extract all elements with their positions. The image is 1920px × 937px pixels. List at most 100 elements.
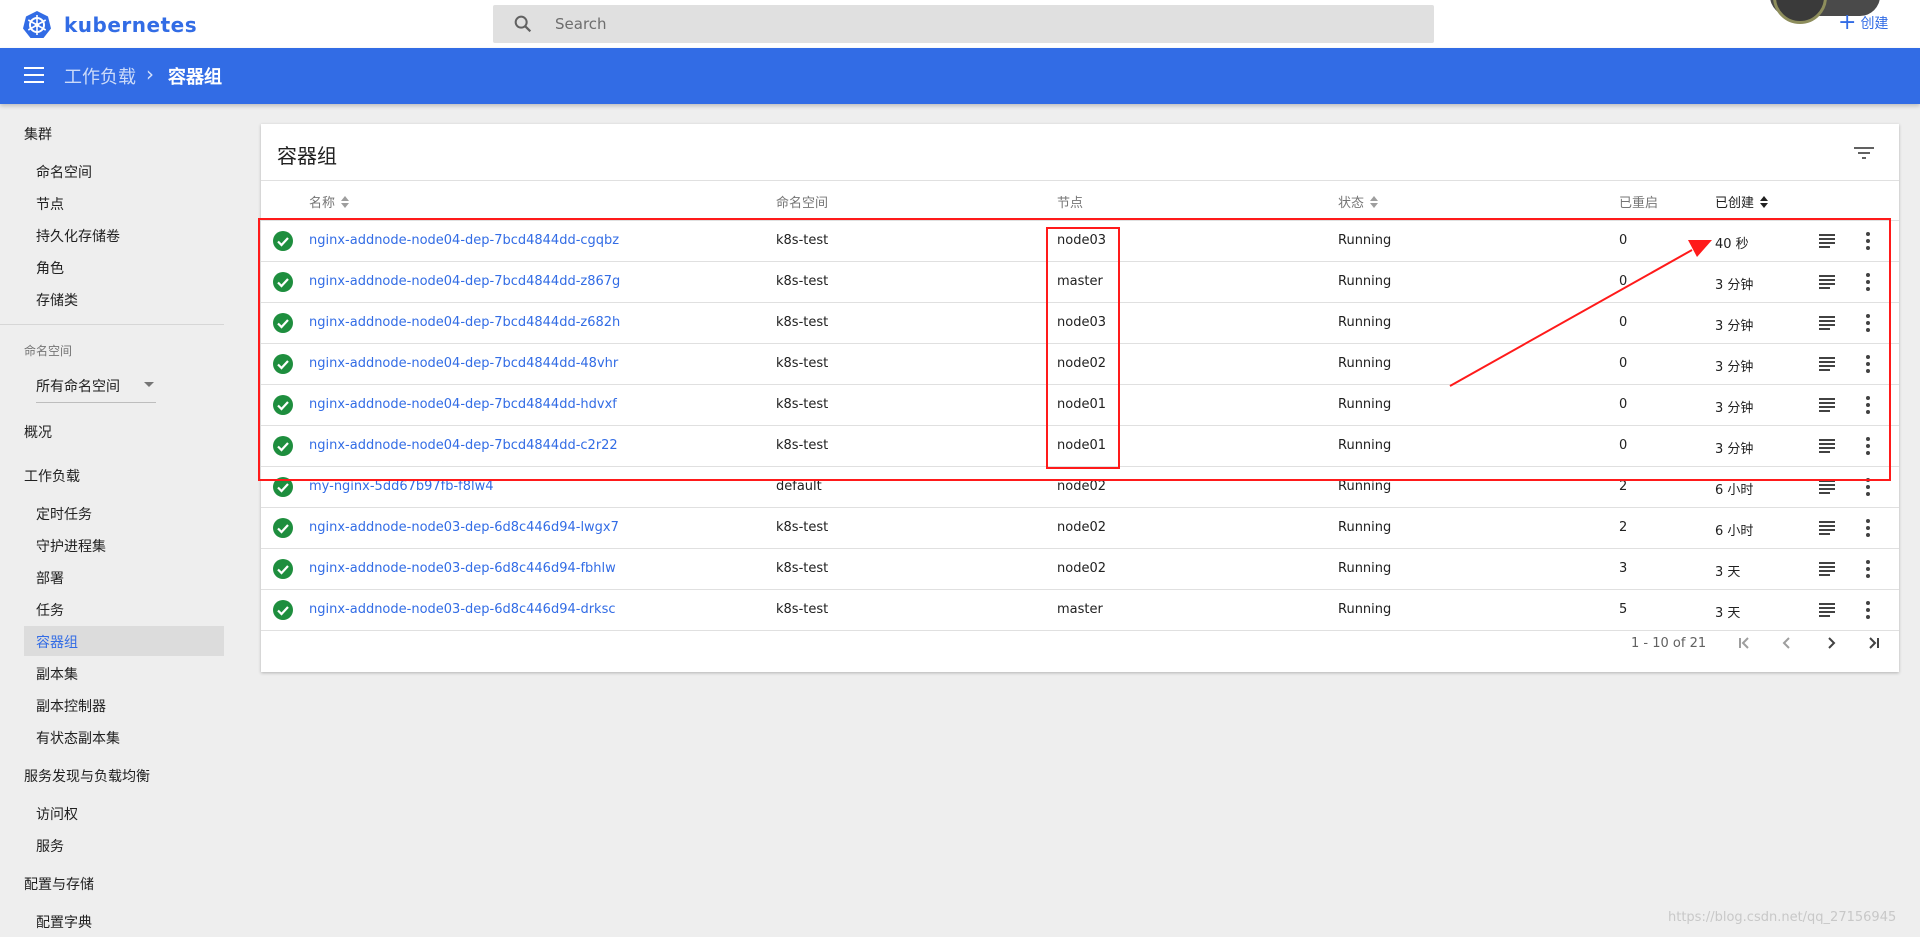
sidebar-item-statefulsets[interactable]: 有状态副本集 xyxy=(36,728,120,748)
sidebar-section-cluster[interactable]: 集群 xyxy=(24,124,52,144)
first-page-icon[interactable] xyxy=(1733,631,1757,655)
namespace-select[interactable]: 所有命名空间 xyxy=(36,372,156,403)
sidebar-item-replicasets[interactable]: 副本集 xyxy=(36,664,78,684)
pod-status: Running xyxy=(1338,479,1392,494)
card-title: 容器组 xyxy=(277,144,337,168)
sort-icon xyxy=(1760,195,1769,208)
create-label: 创建 xyxy=(1860,16,1889,32)
check-circle-icon xyxy=(273,518,293,538)
pod-namespace: k8s-test xyxy=(776,602,829,617)
column-header-created-label: 已创建 xyxy=(1715,196,1755,211)
filter-icon[interactable] xyxy=(1853,144,1875,162)
column-header-status-label: 状态 xyxy=(1338,196,1365,211)
last-page-icon[interactable] xyxy=(1861,631,1885,655)
sidebar-item-roles[interactable]: 角色 xyxy=(36,258,64,278)
sidebar-item-daemonsets[interactable]: 守护进程集 xyxy=(36,536,106,556)
check-circle-icon xyxy=(273,600,293,620)
table-row[interactable]: nginx-addnode-node03-dep-6d8c446d94-lwgx… xyxy=(261,508,1899,549)
sidebar-item-jobs[interactable]: 任务 xyxy=(36,600,64,620)
logo[interactable]: kubernetes xyxy=(22,10,197,40)
pod-node: node02 xyxy=(1057,479,1106,494)
pod-name-link[interactable]: my-nginx-5dd67b97fb-f8lw4 xyxy=(309,479,494,494)
sidebar-item-nodes[interactable]: 节点 xyxy=(36,194,64,214)
sort-icon xyxy=(341,195,350,208)
column-header-name-label: 名称 xyxy=(309,196,336,211)
pod-age: 3 天 xyxy=(1715,606,1741,621)
pod-name-link[interactable]: nginx-addnode-node03-dep-6d8c446d94-drks… xyxy=(309,602,615,617)
table-row[interactable]: nginx-addnode-node03-dep-6d8c446d94-fbhl… xyxy=(261,549,1899,590)
table-row[interactable]: nginx-addnode-node03-dep-6d8c446d94-drks… xyxy=(261,590,1899,631)
more-vert-icon[interactable] xyxy=(1865,518,1871,538)
pod-node: node02 xyxy=(1057,561,1106,576)
pod-restarts: 3 xyxy=(1619,561,1628,576)
next-page-icon[interactable] xyxy=(1819,631,1843,655)
logs-icon[interactable] xyxy=(1819,521,1835,535)
column-header-namespace-label: 命名空间 xyxy=(776,196,829,211)
caret-down-icon xyxy=(144,382,154,387)
chevron-right-icon: › xyxy=(146,62,154,86)
plus-icon: + xyxy=(1838,10,1857,35)
create-button[interactable]: + 创建 xyxy=(1838,10,1889,35)
pod-age: 3 天 xyxy=(1715,565,1741,580)
sidebar-item-ingresses[interactable]: 访问权 xyxy=(36,804,78,824)
sidebar-item-pods[interactable]: 容器组 xyxy=(36,632,78,652)
sidebar-section-discovery[interactable]: 服务发现与负载均衡 xyxy=(24,766,150,786)
search-input[interactable] xyxy=(553,14,1417,34)
pod-status: Running xyxy=(1338,561,1392,576)
pod-restarts: 2 xyxy=(1619,479,1628,494)
avatar[interactable] xyxy=(1773,0,1827,24)
pod-namespace: default xyxy=(776,479,822,494)
highlight-box-node-column xyxy=(1046,227,1120,469)
menu-icon[interactable] xyxy=(24,67,44,83)
column-header-namespace: 命名空间 xyxy=(776,192,828,211)
card-divider xyxy=(261,180,1899,181)
top-bar: kubernetes + 创建 xyxy=(0,0,1920,48)
logs-icon[interactable] xyxy=(1819,603,1835,617)
sort-icon xyxy=(1370,195,1379,208)
check-circle-icon xyxy=(273,559,293,579)
pod-status: Running xyxy=(1338,520,1392,535)
sidebar-item-configmaps[interactable]: 配置字典 xyxy=(36,912,92,932)
more-vert-icon[interactable] xyxy=(1865,559,1871,579)
sidebar-section-workloads[interactable]: 工作负载 xyxy=(24,466,80,486)
sidebar-section-config[interactable]: 配置与存储 xyxy=(24,874,94,894)
breadcrumb-current: 容器组 xyxy=(168,67,222,88)
column-header-restarts-label: 已重启 xyxy=(1619,196,1659,211)
search-icon xyxy=(514,15,532,33)
pagination-range: 1 - 10 of 21 xyxy=(1631,636,1707,651)
sidebar-item-overview[interactable]: 概况 xyxy=(24,422,52,442)
sidebar-item-storage-classes[interactable]: 存储类 xyxy=(36,290,78,310)
logs-icon[interactable] xyxy=(1819,480,1835,494)
sidebar-item-services[interactable]: 服务 xyxy=(36,836,64,856)
logo-text: kubernetes xyxy=(64,13,198,37)
sidebar-item-replication-controllers[interactable]: 副本控制器 xyxy=(36,696,106,716)
pod-age: 6 小时 xyxy=(1715,524,1754,539)
sidebar-item-cronjobs[interactable]: 定时任务 xyxy=(36,504,92,524)
column-header-node: 节点 xyxy=(1057,192,1083,211)
logs-icon[interactable] xyxy=(1819,562,1835,576)
breadcrumb-workloads[interactable]: 工作负载 xyxy=(64,63,136,89)
previous-page-icon[interactable] xyxy=(1775,631,1799,655)
pod-node: node02 xyxy=(1057,520,1106,535)
sidebar-divider xyxy=(0,324,224,325)
sidebar-item-deployments[interactable]: 部署 xyxy=(36,568,64,588)
namespace-label: 命名空间 xyxy=(24,344,73,358)
pod-status: Running xyxy=(1338,602,1392,617)
watermark: https://blog.csdn.net/qq_27156945 xyxy=(1668,910,1897,925)
pod-restarts: 5 xyxy=(1619,602,1628,617)
sidebar-item-persistent-volumes[interactable]: 持久化存储卷 xyxy=(36,226,120,246)
search-bar[interactable] xyxy=(493,5,1434,43)
column-header-status[interactable]: 状态 xyxy=(1338,192,1379,211)
sidebar-item-namespaces[interactable]: 命名空间 xyxy=(36,162,92,182)
column-header-created[interactable]: 已创建 xyxy=(1715,192,1769,211)
pod-namespace: k8s-test xyxy=(776,520,829,535)
pod-name-link[interactable]: nginx-addnode-node03-dep-6d8c446d94-lwgx… xyxy=(309,520,619,535)
pod-namespace: k8s-test xyxy=(776,561,829,576)
more-vert-icon[interactable] xyxy=(1865,600,1871,620)
pod-name-link[interactable]: nginx-addnode-node03-dep-6d8c446d94-fbhl… xyxy=(309,561,616,576)
breadcrumb-bar: 工作负载 › 容器组 xyxy=(0,48,1920,104)
column-header-name[interactable]: 名称 xyxy=(309,192,350,211)
pod-age: 6 小时 xyxy=(1715,483,1754,498)
sidebar: 集群 命名空间 节点 持久化存储卷 角色 存储类 命名空间 所有命名空间 概况 … xyxy=(0,104,230,937)
column-header-restarts: 已重启 xyxy=(1619,192,1658,211)
